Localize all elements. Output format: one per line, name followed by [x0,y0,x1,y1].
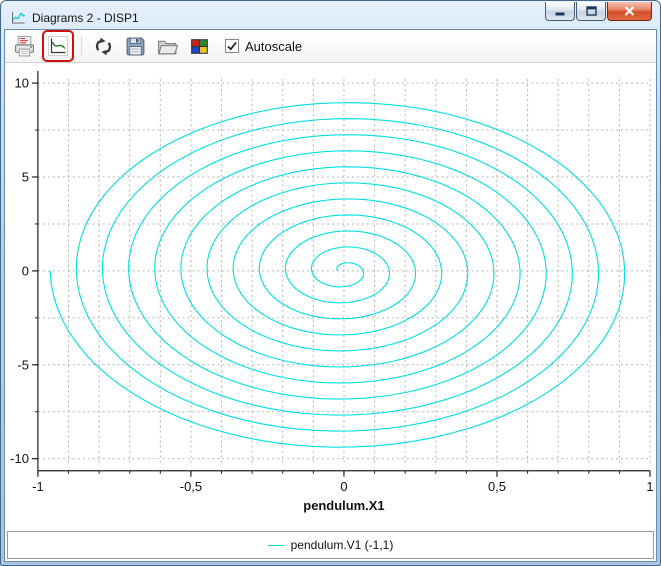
legend-line-swatch [268,545,284,546]
svg-text:5: 5 [22,169,29,184]
svg-text:0,5: 0,5 [488,479,506,494]
legend: pendulum.V1 (-1,1) [7,531,654,559]
palette-button[interactable] [185,32,213,60]
app-icon [10,10,26,26]
print-button[interactable] [10,32,38,60]
window-title: Diagrams 2 - DISP1 [32,11,139,25]
legend-label: pendulum.V1 (-1,1) [291,538,394,552]
open-button[interactable] [153,32,181,60]
open-icon [156,35,179,58]
window: Diagrams 2 - DISP1 [0,0,661,566]
save-button[interactable] [121,32,149,60]
plot-svg: -1 -0,5 0 0,5 1 10 5 0 -5 -10 pendulum.X1 [5,63,656,529]
toolbar: Autoscale [5,30,656,63]
refresh-button[interactable] [89,32,117,60]
maximize-button[interactable] [576,2,606,21]
plot-area[interactable]: -1 -0,5 0 0,5 1 10 5 0 -5 -10 pendulum.X1 [5,63,656,529]
highlight-box [42,30,74,62]
svg-text:-0,5: -0,5 [180,479,202,494]
toolbar-separator [81,36,82,56]
autoscale-label: Autoscale [245,39,302,54]
diagram-icon [47,35,69,57]
svg-text:10: 10 [15,76,29,91]
window-content: Autoscale -1 -0,5 0 0,5 1 10 5 0 -5 -10 pendulum.X… [4,29,657,562]
refresh-icon [92,35,115,58]
svg-text:-10: -10 [10,451,29,466]
maximize-icon [586,6,597,16]
svg-text:-5: -5 [17,357,29,372]
print-icon [13,35,36,58]
autoscale-toggle[interactable]: Autoscale [225,39,302,54]
svg-text:pendulum.X1: pendulum.X1 [303,498,384,513]
svg-text:1: 1 [646,479,653,494]
new-diagram-button[interactable] [45,33,71,59]
caption-buttons [545,2,652,21]
minimize-button[interactable] [545,2,575,21]
close-button[interactable] [607,2,652,21]
minimize-icon [555,6,565,16]
svg-text:0: 0 [340,479,347,494]
palette-icon [188,35,211,58]
save-icon [124,35,147,58]
svg-text:-1: -1 [32,479,44,494]
svg-text:0: 0 [22,263,29,278]
autoscale-checkbox[interactable] [225,39,239,53]
checkmark-icon [226,40,238,52]
close-icon [624,6,635,16]
